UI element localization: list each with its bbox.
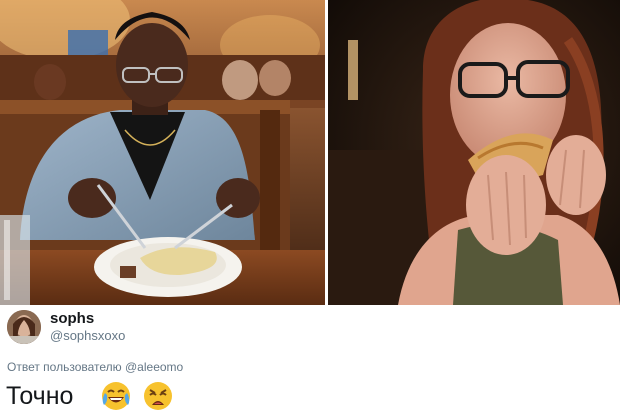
photo-right-image: [328, 0, 620, 305]
display-name[interactable]: sophs: [50, 310, 94, 327]
weary-face-icon: [144, 382, 173, 410]
photo-left-image: [0, 0, 325, 305]
reply-to-label[interactable]: Ответ пользователю @aleeomo: [7, 360, 183, 374]
avatar[interactable]: [7, 310, 41, 344]
attached-photos: [0, 0, 620, 305]
tweet-emojis: [100, 380, 180, 414]
avatar-image: [7, 310, 41, 344]
tweet: sophs @sophsxoxo Ответ пользователю @ale…: [0, 305, 620, 418]
photo-right[interactable]: [328, 0, 620, 305]
user-handle[interactable]: @sophsxoxo: [50, 328, 125, 343]
face-with-tears-of-joy-icon: [102, 382, 130, 410]
tweet-screenshot: sophs @sophsxoxo Ответ пользователю @ale…: [0, 0, 620, 418]
tweet-text: Точно: [6, 382, 74, 410]
photo-left[interactable]: [0, 0, 325, 305]
